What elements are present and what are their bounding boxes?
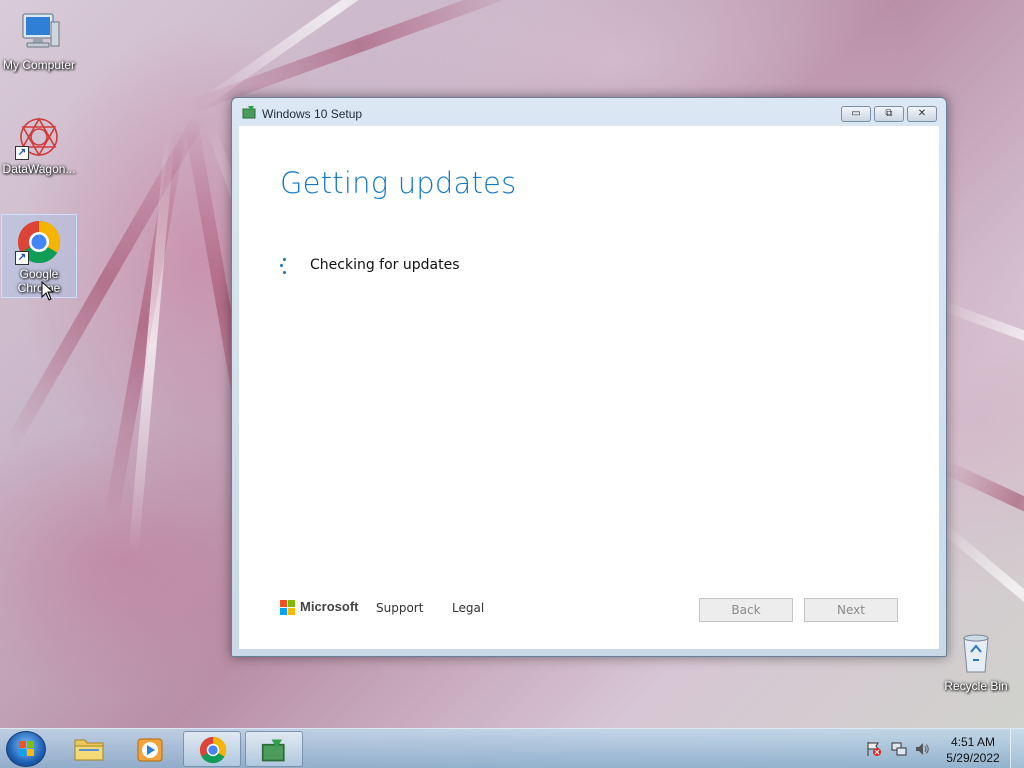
status-text: Checking for updates	[310, 257, 460, 273]
taskbar-media-player[interactable]	[121, 731, 179, 767]
clock-date: 5/29/2022	[946, 751, 1000, 765]
network-icon[interactable]	[891, 741, 907, 757]
restore-button[interactable]: ⧉	[874, 106, 904, 122]
volume-icon[interactable]	[914, 741, 930, 757]
taskbar-windows-10-setup[interactable]	[245, 731, 303, 767]
legal-link[interactable]: Legal	[452, 601, 484, 615]
recycle-bin-icon	[963, 634, 989, 673]
taskbar-windows-explorer[interactable]	[60, 731, 118, 767]
windows-logo-icon	[19, 741, 34, 756]
shortcut-arrow-icon: ↗	[15, 146, 29, 160]
close-button[interactable]: ✕	[907, 106, 937, 122]
start-button[interactable]	[6, 731, 46, 767]
title-bar[interactable]: Windows 10 Setup ▭ ⧉ ✕	[232, 98, 946, 126]
minimize-button[interactable]: ▭	[841, 106, 871, 122]
minimize-icon: ▭	[851, 108, 861, 119]
window-content: Getting updates Checking for updates Mic…	[239, 126, 939, 649]
page-title: Getting updates	[280, 166, 517, 200]
microsoft-logo-icon	[280, 600, 296, 616]
microsoft-brand: Microsoft	[300, 599, 359, 614]
chrome-icon: ↗	[15, 219, 63, 265]
desktop-icon-label: My Computer	[2, 58, 76, 72]
restore-icon: ⧉	[885, 108, 893, 119]
show-desktop-button[interactable]	[1010, 729, 1024, 768]
media-player-icon	[137, 738, 163, 762]
desktop-icon-google-chrome[interactable]: ↗ Google Chrome	[1, 214, 77, 298]
desktop-icon-recycle-bin[interactable]: Recycle Bin	[940, 630, 1012, 693]
desktop-icon-label: DataWagon...	[2, 162, 76, 176]
footer: Microsoft Support Legal Back Next	[280, 598, 899, 626]
setup-app-icon	[261, 739, 285, 762]
close-icon: ✕	[917, 108, 927, 119]
action-center-flag-icon[interactable]	[866, 741, 882, 757]
next-button[interactable]: Next	[804, 598, 898, 622]
clock-time: 4:51 AM	[950, 735, 996, 749]
shortcut-arrow-icon: ↗	[15, 251, 29, 265]
desktop-icon-my-computer[interactable]: My Computer	[1, 6, 77, 76]
setup-window: Windows 10 Setup ▭ ⧉ ✕ Getting updates C…	[231, 97, 947, 657]
desktop-icon-label: Recycle Bin	[944, 679, 1008, 693]
chrome-icon	[199, 736, 227, 764]
computer-icon	[15, 10, 63, 56]
window-title: Windows 10 Setup	[262, 107, 363, 121]
back-button[interactable]: Back	[699, 598, 793, 622]
support-link[interactable]: Support	[376, 601, 423, 615]
desktop-icon-label: Google Chrome	[17, 267, 61, 295]
system-clock[interactable]: 4:51 AM 5/29/2022	[942, 734, 1004, 766]
mouse-cursor-icon	[41, 281, 55, 301]
loading-spinner-icon	[279, 256, 293, 276]
folder-icon	[74, 739, 104, 761]
desktop-icon-datawagon[interactable]: ↗ DataWagon...	[1, 110, 77, 180]
taskbar: 4:51 AM 5/29/2022	[0, 728, 1024, 768]
taskbar-google-chrome[interactable]	[183, 731, 241, 767]
setup-app-icon	[242, 106, 256, 119]
datawagon-icon: ↗	[15, 114, 63, 160]
